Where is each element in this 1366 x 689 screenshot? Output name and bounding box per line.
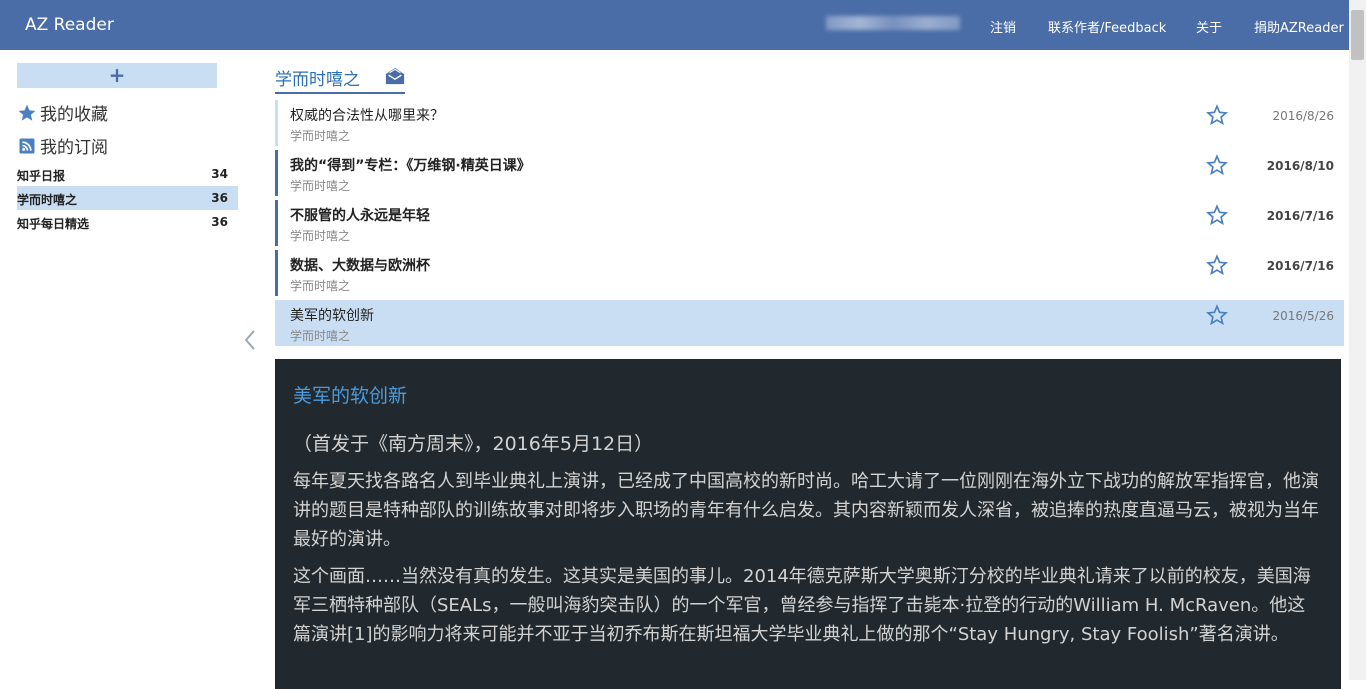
favorite-star-icon[interactable]: [1206, 204, 1228, 226]
article-date: 2016/7/16: [1266, 209, 1334, 223]
article-title: 权威的合法性从哪里来？: [290, 108, 444, 124]
feed-name: 知乎每日精选: [17, 217, 90, 231]
article-item[interactable]: 数据、大数据与欧洲杯 学而时嘻之 2016/7/16: [275, 250, 1344, 296]
reader-paragraph: （首发于《南方周末》，2016年5月12日）: [293, 433, 654, 455]
blurred-username: [826, 16, 960, 30]
article-item[interactable]: 权威的合法性从哪里来？ 学而时嘻之 2016/8/26: [275, 100, 1344, 146]
contact-link[interactable]: 联系作者/Feedback: [1048, 17, 1166, 36]
sidebar-item-label: 我的订阅: [40, 138, 108, 158]
app-brand[interactable]: AZ Reader: [25, 15, 114, 35]
article-source: 学而时嘻之: [290, 229, 351, 243]
article-title: 美军的软创新: [290, 308, 374, 324]
sidebar-item-subscriptions[interactable]: 我的订阅: [17, 133, 108, 158]
article-reader: 美军的软创新 （首发于《南方周末》，2016年5月12日） 每年夏天找各路名人到…: [275, 359, 1341, 689]
collapse-sidebar-icon[interactable]: [242, 328, 258, 352]
page-scrollbar[interactable]: [1349, 0, 1366, 680]
favorite-star-icon[interactable]: [1206, 304, 1228, 326]
logout-link[interactable]: 注销: [990, 17, 1016, 36]
about-link[interactable]: 关于: [1196, 17, 1222, 36]
feed-title-underline: [275, 92, 405, 94]
sidebar-item-label: 我的收藏: [40, 105, 108, 125]
feed-count: 36: [211, 215, 228, 229]
feed-item[interactable]: 知乎日报 34: [17, 162, 238, 186]
article-item-selected[interactable]: 美军的软创新 学而时嘻之 2016/5/26: [275, 300, 1344, 346]
article-source: 学而时嘻之: [290, 129, 351, 143]
article-source: 学而时嘻之: [290, 279, 351, 293]
top-navbar: AZ Reader 注销 联系作者/Feedback 关于 捐助AZReader: [0, 0, 1366, 50]
article-source: 学而时嘻之: [290, 179, 351, 193]
favorite-star-icon[interactable]: [1206, 104, 1228, 126]
reader-paragraph: 这个画面……当然没有真的发生。这其实是美国的事儿。2014年德克萨斯大学奥斯汀分…: [293, 566, 1311, 645]
article-title: 我的“得到”专栏：《万维钢·精英日课》: [290, 158, 531, 174]
feed-name: 学而时嘻之: [17, 193, 78, 207]
reader-title[interactable]: 美军的软创新: [293, 381, 1323, 408]
feed-item-active[interactable]: 学而时嘻之 36: [17, 186, 238, 210]
feed-name: 知乎日报: [17, 169, 66, 183]
star-icon: [18, 104, 36, 121]
article-item[interactable]: 我的“得到”专栏：《万维钢·精英日课》 学而时嘻之 2016/8/10: [275, 150, 1344, 196]
feed-count: 36: [211, 191, 228, 205]
reader-paragraph: 每年夏天找各路名人到毕业典礼上演讲，已经成了中国高校的新时尚。哈工大请了一位刚刚…: [293, 471, 1319, 550]
article-title: 数据、大数据与欧洲杯: [290, 258, 430, 274]
favorite-star-icon[interactable]: [1206, 154, 1228, 176]
add-feed-button[interactable]: +: [17, 63, 217, 88]
article-date: 2016/8/10: [1266, 159, 1334, 173]
article-title: 不服管的人永远是年轻: [290, 208, 430, 224]
favorite-star-icon[interactable]: [1206, 254, 1228, 276]
article-item[interactable]: 不服管的人永远是年轻 学而时嘻之 2016/7/16: [275, 200, 1344, 246]
rss-icon: [19, 138, 35, 154]
page-scrollbar-thumb[interactable]: [1351, 10, 1364, 60]
donate-link[interactable]: 捐助AZReader: [1254, 17, 1344, 36]
feed-title: 学而时嘻之: [275, 70, 360, 90]
mark-all-read-icon[interactable]: [384, 66, 406, 86]
feed-count: 34: [211, 167, 228, 181]
sidebar-item-favorites[interactable]: 我的收藏: [17, 100, 108, 125]
article-date: 2016/7/16: [1266, 259, 1334, 273]
article-date: 2016/5/26: [1272, 309, 1334, 323]
article-source: 学而时嘻之: [290, 329, 351, 343]
feed-item[interactable]: 知乎每日精选 36: [17, 210, 238, 234]
article-date: 2016/8/26: [1272, 109, 1334, 123]
